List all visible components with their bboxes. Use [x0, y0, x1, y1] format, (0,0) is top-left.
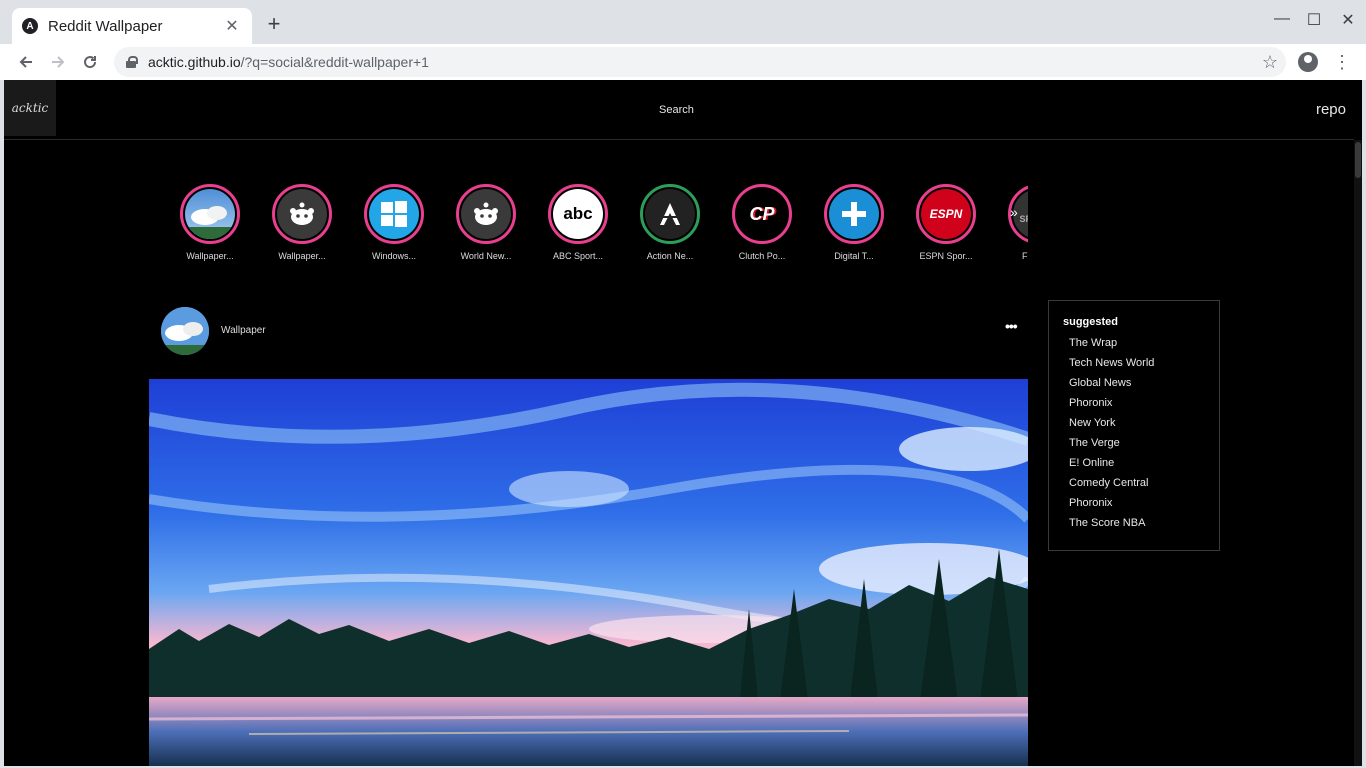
maximize-icon[interactable]: ☐: [1304, 10, 1324, 30]
story-item[interactable]: Action Ne...: [624, 184, 716, 261]
story-label: Wallpaper...: [278, 251, 326, 261]
url-host: acktic.github.io: [148, 54, 241, 70]
story-item[interactable]: Windows...: [348, 184, 440, 261]
lock-icon: [126, 56, 138, 68]
story-item[interactable]: CP Clutch Po...: [716, 184, 808, 261]
back-arrow-icon[interactable]: [14, 50, 38, 74]
bookmark-star-icon[interactable]: ☆: [1262, 52, 1278, 73]
suggested-item[interactable]: Phoronix: [1069, 493, 1219, 513]
new-tab-button[interactable]: +: [263, 13, 285, 36]
browser-tab-strip: A Reddit Wallpaper ✕ + — ☐ ✕: [0, 0, 1366, 44]
suggested-item[interactable]: E! Online: [1069, 453, 1219, 473]
reddit-icon: [277, 189, 327, 239]
sky-icon: [185, 189, 235, 239]
address-bar[interactable]: acktic.github.io/?q=social&reddit-wallpa…: [114, 47, 1286, 77]
cp-logo-text: CP: [749, 203, 775, 224]
story-ring: [364, 184, 424, 244]
story-label: World New...: [460, 251, 512, 261]
tab-favicon-icon: A: [22, 18, 38, 34]
site-logo[interactable]: acktic: [4, 80, 56, 136]
story-label: Clutch Po...: [738, 251, 786, 261]
reload-icon[interactable]: [78, 50, 102, 74]
story-label: ESPN Spor...: [919, 251, 973, 261]
story-label: FOX Sp: [1021, 251, 1028, 261]
post-image[interactable]: [149, 379, 1028, 766]
story-ring: [640, 184, 700, 244]
story-label: Action Ne...: [646, 251, 694, 261]
suggested-panel: suggested The Wrap Tech News World Globa…: [1048, 300, 1220, 551]
abc-icon: abc: [553, 189, 603, 239]
cp-icon: CP: [737, 189, 787, 239]
suggested-item[interactable]: New York: [1069, 413, 1219, 433]
tab-title: Reddit Wallpaper: [48, 17, 163, 35]
suggested-item[interactable]: Tech News World: [1069, 353, 1219, 373]
repo-link[interactable]: repo: [1316, 101, 1346, 118]
action-icon: [645, 189, 695, 239]
browser-toolbar: acktic.github.io/?q=social&reddit-wallpa…: [0, 44, 1366, 80]
espn-logo-text: ESPN: [929, 207, 963, 221]
story-label: Digital T...: [834, 251, 874, 261]
story-label: Windows...: [371, 251, 416, 261]
story-ring: [456, 184, 516, 244]
tab-close-icon[interactable]: ✕: [222, 16, 242, 36]
stories-next-icon[interactable]: »: [1010, 204, 1018, 220]
suggested-item[interactable]: Comedy Central: [1069, 473, 1219, 493]
suggested-item[interactable]: The Wrap: [1069, 333, 1219, 353]
suggested-item[interactable]: The Verge: [1069, 433, 1219, 453]
post-avatar[interactable]: [161, 307, 209, 355]
story-ring: [272, 184, 332, 244]
story-label: ABC Sport...: [552, 251, 604, 261]
browser-tab[interactable]: A Reddit Wallpaper ✕: [12, 8, 252, 44]
more-options-icon[interactable]: •••: [1005, 318, 1018, 334]
reddit-icon: [461, 189, 511, 239]
story-item[interactable]: FOX SPORTS FOX Sp: [992, 184, 1028, 261]
search-link[interactable]: Search: [659, 104, 694, 116]
site-header: acktic Search repo: [4, 80, 1354, 140]
story-item[interactable]: Wallpaper...: [164, 184, 256, 261]
story-item[interactable]: World New...: [440, 184, 532, 261]
story-item[interactable]: ESPN ESPN Spor...: [900, 184, 992, 261]
post-username[interactable]: Wallpaper: [221, 325, 266, 336]
forward-arrow-icon[interactable]: [46, 50, 70, 74]
browser-menu-icon[interactable]: ⋮: [1333, 50, 1351, 74]
story-ring: CP: [732, 184, 792, 244]
story-ring: [824, 184, 884, 244]
close-window-icon[interactable]: ✕: [1338, 10, 1358, 30]
suggested-item[interactable]: Global News: [1069, 373, 1219, 393]
profile-avatar-icon[interactable]: [1298, 52, 1318, 72]
suggested-title: suggested: [1063, 316, 1119, 328]
abc-logo-text: abc: [563, 204, 593, 223]
scrollbar-thumb[interactable]: [1355, 142, 1361, 178]
stories-row: Wallpaper... Wallpaper... Windows... Wor…: [164, 184, 1028, 268]
minimize-icon[interactable]: —: [1272, 10, 1292, 28]
url-path: /?q=social&reddit-wallpaper+1: [240, 54, 429, 70]
story-ring: [180, 184, 240, 244]
espn-icon: ESPN: [921, 189, 971, 239]
page-scrollbar[interactable]: [1354, 140, 1362, 766]
suggested-item[interactable]: Phoronix: [1069, 393, 1219, 413]
story-item[interactable]: Wallpaper...: [256, 184, 348, 261]
story-ring: abc: [548, 184, 608, 244]
windows-icon: [369, 189, 419, 239]
suggested-item[interactable]: The Score NBA: [1069, 513, 1219, 533]
plus-icon: [829, 189, 879, 239]
story-item[interactable]: abc ABC Sport...: [532, 184, 624, 261]
story-label: Wallpaper...: [186, 251, 234, 261]
page-viewport: acktic Search repo Wallpaper... Wallpape…: [4, 80, 1362, 766]
story-ring: ESPN: [916, 184, 976, 244]
story-item[interactable]: Digital T...: [808, 184, 900, 261]
